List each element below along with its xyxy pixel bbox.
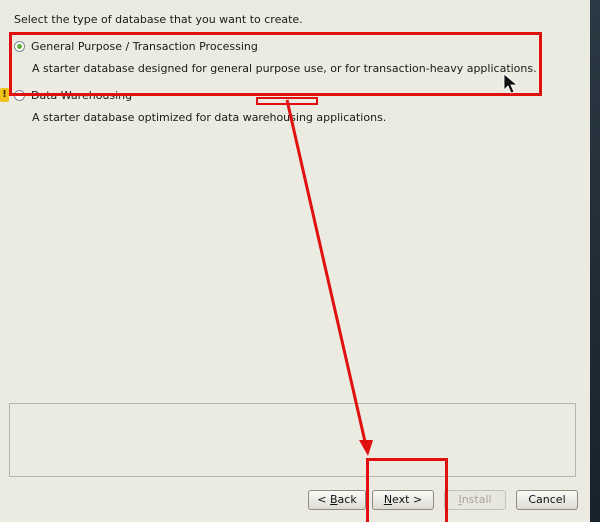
background-edge [590,0,600,522]
installer-window: Select the type of database that you wan… [0,0,590,522]
annotation-arrow-line [285,99,368,447]
annotation-arrow-head [359,440,373,456]
mouse-cursor-icon [503,73,519,94]
annotation-arrow [285,73,519,456]
